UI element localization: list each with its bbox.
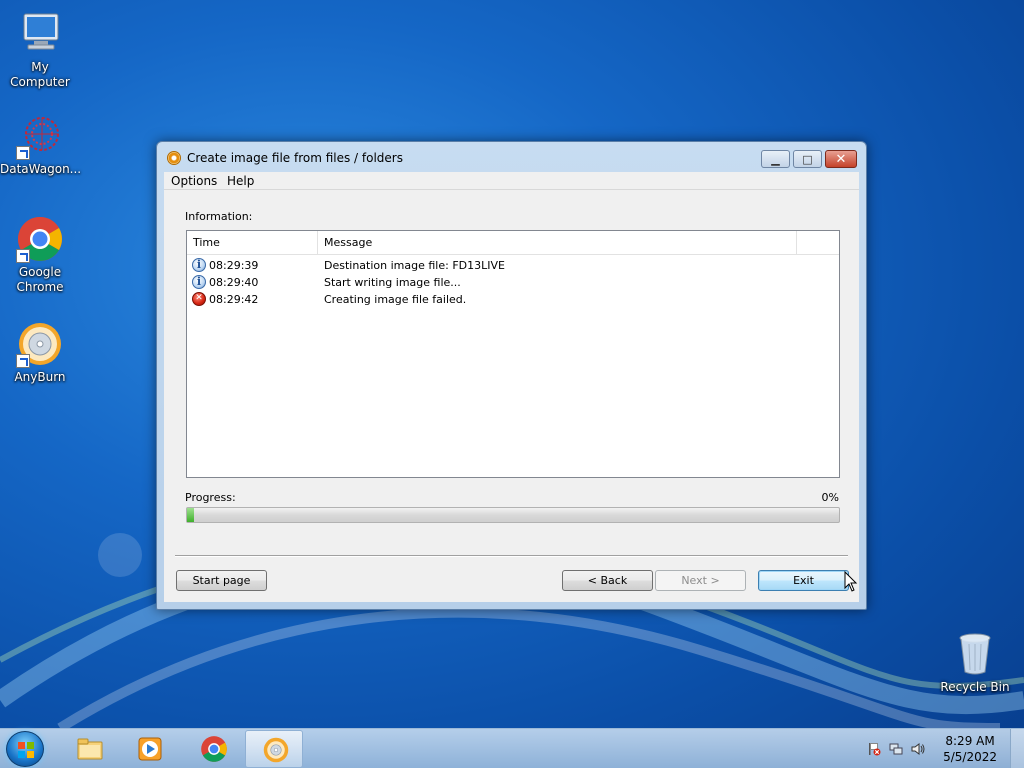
clock-time: 8:29 AM bbox=[945, 734, 995, 748]
log-time: 08:29:42 bbox=[209, 293, 259, 306]
action-center-flag-icon[interactable] bbox=[867, 742, 881, 756]
progress-bar-fill bbox=[187, 508, 194, 522]
maximize-icon: □ bbox=[802, 152, 813, 166]
log-list[interactable]: Time Message 08:29:39 Destination image … bbox=[186, 230, 840, 478]
log-message: Destination image file: FD13LIVE bbox=[324, 259, 505, 272]
log-row[interactable]: 08:29:39 Destination image file: FD13LIV… bbox=[187, 257, 839, 274]
log-time: 08:29:39 bbox=[209, 259, 259, 272]
next-button[interactable]: Next > bbox=[655, 570, 746, 591]
information-label: Information: bbox=[185, 210, 253, 223]
log-time: 08:29:40 bbox=[209, 276, 259, 289]
show-desktop-button[interactable] bbox=[1010, 729, 1024, 768]
taskbar-app-explorer[interactable] bbox=[60, 730, 118, 768]
menu-options[interactable]: Options bbox=[171, 174, 217, 188]
desktop-icon-label: My Computer bbox=[10, 60, 70, 89]
error-icon bbox=[192, 292, 206, 306]
anyburn-icon bbox=[263, 737, 289, 763]
clock-date: 5/5/2022 bbox=[943, 750, 997, 764]
title-bar[interactable]: Create image file from files / folders ▁… bbox=[157, 142, 866, 172]
create-image-window: Create image file from files / folders ▁… bbox=[156, 141, 867, 610]
windows-explorer-icon bbox=[77, 738, 103, 760]
close-icon: ✕ bbox=[835, 151, 847, 167]
column-header-time[interactable]: Time bbox=[187, 231, 318, 255]
desktop-icon-label: Recycle Bin bbox=[940, 680, 1010, 694]
exit-button[interactable]: Exit bbox=[758, 570, 849, 591]
log-message: Start writing image file... bbox=[324, 276, 461, 289]
taskbar-app-anyburn[interactable] bbox=[245, 730, 303, 768]
menu-help[interactable]: Help bbox=[227, 174, 254, 188]
recycle-bin-icon bbox=[951, 630, 999, 678]
log-list-header: Time Message bbox=[187, 231, 839, 255]
desktop-icon-label: DataWagon... bbox=[0, 162, 82, 176]
minimize-icon: ▁ bbox=[771, 152, 780, 166]
chrome-icon bbox=[201, 736, 227, 762]
maximize-button[interactable]: □ bbox=[793, 150, 822, 168]
shortcut-arrow-icon bbox=[16, 354, 30, 368]
system-tray: 8:29 AM 5/5/2022 bbox=[849, 729, 1024, 768]
desktop-icon-anyburn[interactable]: AnyBurn bbox=[0, 320, 80, 385]
info-icon bbox=[192, 258, 206, 272]
column-header-message[interactable]: Message bbox=[318, 231, 797, 255]
divider bbox=[175, 555, 848, 557]
log-row[interactable]: 08:29:40 Start writing image file... bbox=[187, 274, 839, 291]
taskbar-app-media-player[interactable] bbox=[120, 730, 178, 768]
desktop-icon-my-computer[interactable]: My Computer bbox=[0, 10, 80, 90]
taskbar-app-chrome[interactable] bbox=[184, 730, 242, 768]
shortcut-arrow-icon bbox=[16, 146, 30, 160]
media-player-icon bbox=[138, 737, 162, 761]
minimize-button[interactable]: ▁ bbox=[761, 150, 790, 168]
wizard-client-area: Information: Time Message 08:29:39 Desti… bbox=[164, 190, 859, 602]
log-row[interactable]: 08:29:42 Creating image file failed. bbox=[187, 291, 839, 308]
desktop-icon-recycle-bin[interactable]: Recycle Bin bbox=[935, 630, 1015, 695]
progress-bar bbox=[186, 507, 840, 523]
anyburn-icon bbox=[167, 151, 181, 165]
close-button[interactable]: ✕ bbox=[825, 150, 857, 168]
desktop-icon-datawagon[interactable]: DataWagon... bbox=[0, 112, 82, 177]
start-button[interactable] bbox=[6, 731, 44, 767]
column-header-filler bbox=[797, 231, 839, 255]
mouse-cursor-icon bbox=[844, 571, 858, 592]
desktop-icon-google-chrome[interactable]: Google Chrome bbox=[0, 215, 80, 295]
desktop-icon-label: AnyBurn bbox=[14, 370, 66, 384]
menu-bar: Options Help bbox=[164, 172, 859, 190]
network-icon[interactable] bbox=[889, 742, 903, 756]
progress-percent: 0% bbox=[821, 491, 839, 504]
log-message: Creating image file failed. bbox=[324, 293, 467, 306]
window-title: Create image file from files / folders bbox=[187, 151, 403, 165]
datawagon-icon bbox=[16, 112, 64, 160]
taskbar: 8:29 AM 5/5/2022 bbox=[0, 728, 1024, 768]
start-page-button[interactable]: Start page bbox=[176, 570, 267, 591]
volume-icon[interactable] bbox=[911, 742, 925, 756]
anyburn-icon bbox=[16, 320, 64, 368]
chrome-icon bbox=[16, 215, 64, 263]
clock[interactable]: 8:29 AM 5/5/2022 bbox=[943, 733, 997, 765]
back-button[interactable]: < Back bbox=[562, 570, 653, 591]
computer-icon bbox=[16, 10, 64, 58]
desktop-icon-label: Google Chrome bbox=[16, 265, 64, 294]
info-icon bbox=[192, 275, 206, 289]
progress-label: Progress: bbox=[185, 491, 236, 504]
shortcut-arrow-icon bbox=[16, 249, 30, 263]
